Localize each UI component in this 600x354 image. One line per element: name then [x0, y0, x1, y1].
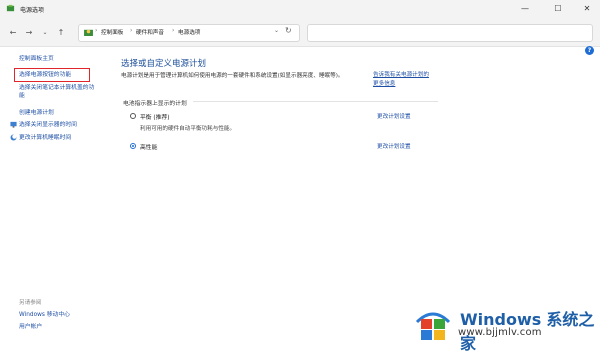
display-icon — [10, 121, 17, 128]
sidebar-item-lid-close[interactable]: 选择关闭笔记本计算机盖的功 — [19, 84, 94, 92]
forward-button[interactable]: → — [22, 25, 36, 39]
breadcrumb-separator: › — [95, 27, 98, 34]
change-plan-settings-link-high-performance[interactable]: 更改计划设置 — [377, 142, 411, 150]
watermark-url: www.bjjmlv.com — [458, 327, 542, 338]
sidebar-item-mobility-center[interactable]: Windows 移动中心 — [19, 311, 70, 319]
recent-locations-button[interactable]: ⌄ — [38, 25, 52, 39]
plan-description-balanced: 利用可用的硬件自动平衡功耗与性能。 — [140, 126, 236, 132]
maximize-button[interactable]: ☐ — [543, 1, 573, 16]
plan-radio-balanced[interactable] — [130, 113, 136, 119]
breadcrumb-hardware-sound[interactable]: 硬件和声音 — [136, 28, 164, 36]
close-button[interactable]: ✕ — [572, 1, 600, 16]
learn-more-link[interactable]: 告诉我有关电源计划的更多信息 — [373, 71, 433, 89]
breadcrumb-separator: › — [130, 27, 133, 34]
see-also-heading: 另请参阅 — [19, 300, 42, 306]
sidebar-item-create-plan[interactable]: 创建电源计划 — [19, 109, 54, 117]
sleep-icon — [10, 134, 17, 141]
plan-name-high-performance[interactable]: 高性能 — [140, 142, 157, 151]
window-title: 电源选项 — [20, 7, 45, 14]
sidebar-item-user-accounts[interactable]: 用户帐户 — [19, 323, 42, 331]
control-panel-icon — [84, 29, 93, 36]
plan-radio-high-performance[interactable] — [130, 143, 136, 149]
address-dropdown-button[interactable]: ⌄ — [274, 27, 279, 34]
breadcrumb-control-panel[interactable]: 控制面板 — [101, 28, 123, 36]
help-icon[interactable]: ? — [585, 46, 594, 55]
page-description: 电源计划是用于管理计算机如何使用电源的一套硬件和系统设置(如显示器亮度、睡眠等)… — [121, 73, 344, 79]
search-input[interactable] — [307, 24, 593, 42]
up-button[interactable]: ↑ — [54, 25, 68, 39]
sidebar-item-display-off[interactable]: 选择关闭显示器的时间 — [19, 121, 77, 129]
sidebar-item-lid-close-continued[interactable]: 能 — [19, 92, 25, 100]
breadcrumb-separator: › — [172, 27, 175, 34]
sidebar-item-power-button[interactable]: 选择电源按钮的功能 — [19, 71, 71, 79]
page-title: 选择或自定义电源计划 — [121, 59, 207, 69]
refresh-icon[interactable]: ↻ — [285, 26, 292, 35]
change-plan-settings-link-balanced[interactable]: 更改计划设置 — [377, 112, 411, 120]
group-divider — [193, 101, 438, 102]
power-options-app-icon — [6, 4, 15, 12]
sidebar-item-control-panel-home[interactable]: 控制面板主页 — [19, 55, 54, 63]
windows-logo-icon — [415, 312, 451, 340]
breadcrumb-power-options[interactable]: 电源选项 — [178, 28, 200, 36]
minimize-button[interactable]: — — [510, 1, 540, 16]
plan-name-balanced[interactable]: 平衡 (推荐) — [140, 112, 170, 121]
sidebar-item-sleep-time[interactable]: 更改计算机睡眠时间 — [19, 134, 71, 142]
plan-group-label: 电池指示器上显示的计划 — [123, 101, 187, 107]
back-button[interactable]: ← — [6, 25, 20, 39]
